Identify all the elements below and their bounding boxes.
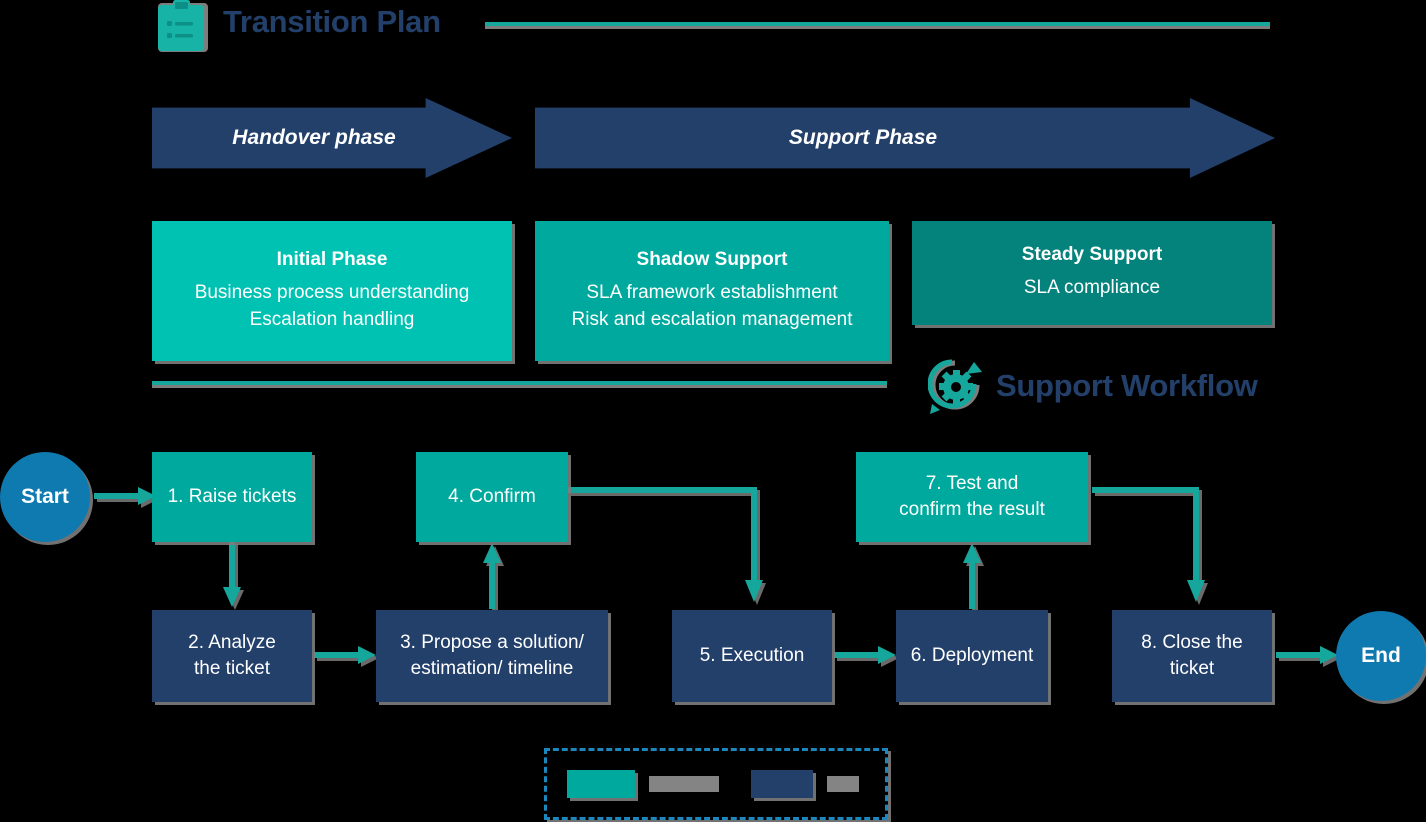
legend-item-teal bbox=[567, 770, 719, 798]
flow-node-1-raise-tickets[interactable]: 1. Raise tickets bbox=[152, 452, 312, 542]
legend-label-navy bbox=[827, 776, 859, 792]
end-terminator[interactable]: End bbox=[1336, 611, 1426, 701]
connector-5-to-6 bbox=[834, 646, 896, 664]
flow-node-label: 4. Confirm bbox=[448, 486, 536, 508]
connector-1-to-2 bbox=[223, 541, 241, 607]
flow-node-2-analyze-the-ticket[interactable]: 2. Analyze the ticket bbox=[152, 610, 312, 702]
phase-detail-line: SLA framework establishment bbox=[586, 281, 838, 303]
legend-label-teal bbox=[649, 776, 719, 792]
phase-detail-line: Escalation handling bbox=[249, 308, 415, 330]
legend-swatch-teal bbox=[567, 770, 635, 798]
phase-detail-line: Business process understanding bbox=[194, 281, 470, 303]
flow-node-8-close-the-ticket[interactable]: 8. Close the ticket bbox=[1112, 610, 1272, 702]
start-terminator[interactable]: Start bbox=[0, 452, 90, 542]
flow-node-5-execution[interactable]: 5. Execution bbox=[672, 610, 832, 702]
connector-3-to-4 bbox=[483, 543, 501, 609]
header-divider bbox=[485, 22, 1270, 26]
clipboard-icon bbox=[155, 0, 213, 55]
gear-refresh-icon bbox=[927, 358, 986, 416]
legend-swatch-navy bbox=[751, 770, 813, 798]
phase-detail-line: Risk and escalation management bbox=[571, 308, 853, 330]
flow-node-label: 1. Raise tickets bbox=[167, 486, 297, 508]
phase-card-initial: Initial Phase Business process understan… bbox=[152, 221, 512, 361]
flow-node-label: 7. Test and confirm the result bbox=[899, 473, 1045, 520]
connector-6-to-7 bbox=[963, 543, 981, 609]
phase-title: Steady Support bbox=[1021, 244, 1163, 266]
flow-node-3-propose-a-solution[interactable]: 3. Propose a solution/ estimation/ timel… bbox=[376, 610, 608, 702]
phase-card-steady-support: Steady Support SLA compliance bbox=[912, 221, 1272, 325]
workflow-title: Support Workflow bbox=[996, 368, 1258, 403]
workflow-divider bbox=[152, 381, 887, 385]
connector-4-to-5 bbox=[568, 487, 763, 602]
phase-card-shadow-support: Shadow Support SLA framework establishme… bbox=[535, 221, 889, 361]
flow-node-label: 6. Deployment bbox=[910, 645, 1034, 667]
legend-item-navy bbox=[751, 770, 859, 798]
flow-node-label: 8. Close the ticket bbox=[1141, 632, 1243, 679]
connector-2-to-3 bbox=[314, 646, 376, 664]
flow-node-label: 2. Analyze the ticket bbox=[188, 632, 276, 679]
support-workflow-header: Support Workflow bbox=[927, 358, 1278, 420]
phase-detail-line: SLA compliance bbox=[1023, 277, 1161, 299]
flow-node-4-confirm[interactable]: 4. Confirm bbox=[416, 452, 568, 542]
phase-title: Shadow Support bbox=[636, 248, 788, 270]
phase-title: Initial Phase bbox=[276, 248, 388, 270]
flow-node-7-test-and-confirm[interactable]: 7. Test and confirm the result bbox=[856, 452, 1088, 542]
flow-node-label: 5. Execution bbox=[699, 645, 805, 667]
page-title: Transition Plan bbox=[223, 4, 441, 39]
start-label: Start bbox=[21, 485, 69, 508]
support-phase-label: Support Phase bbox=[788, 126, 938, 149]
flow-node-label: 3. Propose a solution/ estimation/ timel… bbox=[400, 632, 584, 679]
handover-phase-label: Handover phase bbox=[232, 126, 396, 149]
support-phase-banner: Support Phase bbox=[535, 98, 1275, 178]
end-label: End bbox=[1361, 644, 1401, 667]
handover-phase-banner: Handover phase bbox=[152, 98, 512, 178]
transition-plan-header: Transition Plan bbox=[155, 0, 1275, 56]
flow-node-6-deployment[interactable]: 6. Deployment bbox=[896, 610, 1048, 702]
legend bbox=[544, 748, 888, 820]
diagram-canvas: Transition Plan Handover phase Support P… bbox=[0, 0, 1426, 822]
connector-7-to-8 bbox=[1092, 487, 1205, 602]
connector-8-to-end bbox=[1276, 646, 1338, 664]
